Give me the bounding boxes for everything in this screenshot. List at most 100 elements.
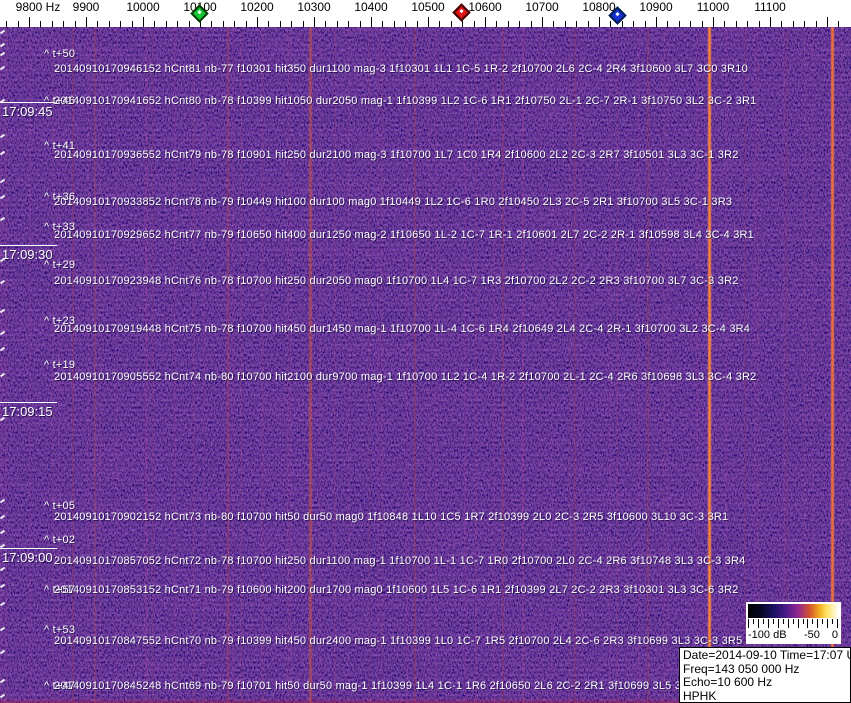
freq-axis-label: 11100 [754,0,786,14]
echo-time-offset-label: ^ t+02 [44,534,76,546]
freq-tick [439,21,441,27]
freq-tick [143,17,144,27]
echo-time-offset-label: ^ t+36 [44,191,76,203]
carrier-signal-line [502,27,504,703]
db-scale-tick [762,619,764,624]
spectrogram-app-window: 9800 Hz990010000101001020010300104001050… [0,0,851,703]
freq-tick [599,17,600,27]
echo-log-line: 20140910170845248 hCnt69 nb-79 f10701 hi… [54,680,718,692]
db-scale-tick [832,619,834,624]
freq-tick [587,21,589,27]
time-tick-line [0,402,57,403]
freq-axis-label: 10900 [639,0,673,14]
time-axis-label: 17:09:00 [2,550,53,565]
freq-axis-label: 10300 [297,0,331,14]
freq-tick [690,21,692,27]
echo-log-line: 20140910170923948 hCnt76 nb-78 f10700 hi… [54,275,739,287]
freq-tick [302,21,304,27]
freq-tick [758,21,760,27]
freq-tick [279,21,281,27]
freq-tick [610,21,612,27]
db-scale-tick [772,619,774,624]
freq-tick [86,17,87,27]
db-scale-tick [817,619,819,628]
carrier-signal-line [94,27,96,703]
echo-time-offset-label: ^ t+29 [44,259,76,271]
echo-log-line: 20140910170919448 hCnt75 nb-78 f10700 hi… [54,323,751,335]
freq-tick [781,21,783,27]
freq-tick [29,17,30,27]
db-scale-tick [777,619,779,628]
freq-tick [519,21,521,27]
freq-tick [838,21,840,27]
freq-tick [462,21,464,27]
echo-time-offset-label: ^ t+57 [44,584,76,596]
freq-tick [416,21,418,27]
freq-tick [108,21,110,27]
freq-tick [177,21,179,27]
freq-axis-label: 10400 [354,0,388,14]
db-scale-tick [797,619,799,628]
db-scale-tick [753,619,754,624]
db-color-scale: -100 dB -50 0 [746,602,841,644]
freq-tick [815,21,817,27]
time-axis-label: 17:09:15 [2,404,53,419]
echo-log-line: 20140910170933852 hCnt78 nb-79 f10449 hi… [54,196,733,208]
echo-frequency-line: Echo=10 600 Hz [683,676,773,689]
freq-tick [17,21,19,27]
freq-tick [291,21,293,27]
freq-tick [257,17,258,27]
echo-time-offset-label: ^ t+50 [44,48,76,60]
freq-tick [359,21,361,27]
freq-tick [245,21,247,27]
freq-tick [576,21,578,27]
frequency-line: Freq=143 050 000 Hz [683,662,800,676]
freq-tick [234,21,236,27]
carrier-signal-line [309,27,312,703]
freq-axis-label: 9900 [72,0,100,14]
freq-tick [211,21,213,27]
echo-log-line: 20140910170946152 hCnt81 nb-77 f10301 hi… [54,63,748,75]
db-gradient-bar [748,604,839,618]
frequency-ruler[interactable]: 9800 Hz990010000101001020010300104001050… [0,0,851,27]
db-scale-tick [807,619,809,628]
freq-tick [405,21,407,27]
freq-tick [222,21,224,27]
freq-tick [496,21,498,27]
station-code-line: HPHK [683,689,717,703]
freq-tick [74,21,76,27]
freq-tick [6,21,8,27]
freq-tick [97,21,99,27]
freq-tick [644,21,646,27]
echo-log-line: 20140910170853152 hCnt71 nb-79 f10600 hi… [54,584,739,596]
echo-log-line: 20140910170941652 hCnt80 nb-78 f10399 hi… [54,95,757,107]
db-scale-min-label: -100 dB [748,629,787,641]
freq-tick [371,17,372,27]
time-tick-line [0,548,57,549]
freq-axis-label: 9800 Hz [15,0,61,14]
carrier-signal-line [227,27,229,703]
db-scale-tick [822,619,824,624]
freq-tick [667,21,669,27]
echo-log-line: 20140910170905552 hCnt74 nb-80 f10700 hi… [54,371,757,383]
freq-axis-label: 10000 [126,0,160,14]
carrier-signal-line [647,27,649,703]
freq-tick [382,21,384,27]
freq-tick [656,17,657,27]
freq-tick [621,21,623,27]
freq-tick [473,21,475,27]
freq-tick [393,21,395,27]
freq-tick [827,17,828,27]
freq-tick [770,17,771,27]
carrier-signal-line [263,27,264,703]
carrier-signal-line [368,27,369,703]
freq-tick [564,21,566,27]
freq-tick [40,21,42,27]
freq-tick [131,21,133,27]
freq-tick [348,21,350,27]
freq-axis-label: 11000 [696,0,730,14]
db-scale-tick [837,619,839,628]
diamond-center-dot [459,8,464,14]
freq-tick [165,21,167,27]
db-scale-max-label: 0 [831,629,838,641]
